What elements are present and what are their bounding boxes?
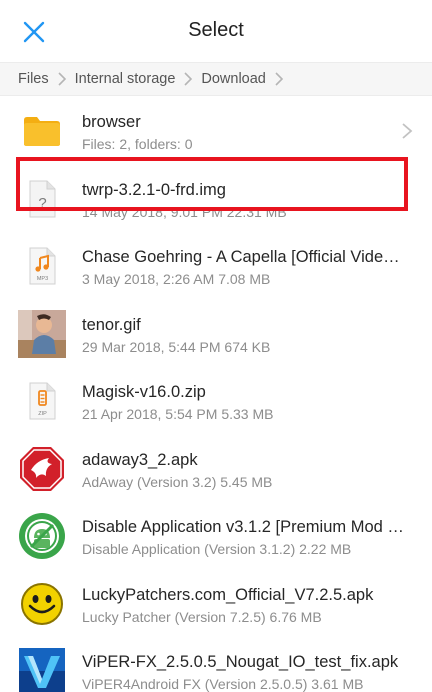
file-name: adaway3_2.apk [82, 450, 198, 469]
adaway-app-icon [17, 444, 67, 494]
file-list: browser Files: 2, folders: 0 ? twrp-3.2.… [0, 96, 432, 692]
viper-app-icon [17, 646, 67, 692]
list-item[interactable]: tenor.gif 29 Mar 2018, 5:44 PM 674 KB [0, 299, 432, 367]
mp3-file-icon: MP3 [17, 241, 67, 291]
file-meta: 21 Apr 2018, 5:54 PM 5.33 MB [82, 406, 274, 422]
file-meta: 3 May 2018, 2:26 AM 7.08 MB [82, 271, 271, 287]
file-name: Chase Goehring - A Capella [Official Vid… [82, 248, 408, 266]
svg-text:?: ? [38, 195, 46, 212]
svg-text:MP3: MP3 [37, 276, 48, 282]
file-name: Disable Application v3.1.2 [Premium Mod … [82, 518, 408, 536]
file-meta: Disable Application (Version 3.1.2) 2.22… [82, 541, 352, 557]
svg-text:ZIP: ZIP [38, 411, 47, 417]
file-meta: Lucky Patcher (Version 7.2.5) 6.76 MB [82, 608, 322, 625]
gif-thumbnail [17, 309, 67, 359]
breadcrumb-files[interactable]: Files [18, 71, 49, 87]
breadcrumb-download[interactable]: Download [201, 71, 266, 87]
list-item[interactable]: adaway3_2.apk AdAway (Version 3.2) 5.45 … [0, 434, 432, 502]
file-meta: Files: 2, folders: 0 [82, 136, 193, 152]
file-name: LuckyPatchers.com_Official_V7.2.5.apk [82, 585, 374, 604]
list-item[interactable]: ViPER-FX_2.5.0.5_Nougat_IO_test_fix.apk … [0, 636, 432, 692]
chevron-right-icon [50, 71, 74, 87]
disable-application-app-icon [17, 511, 67, 561]
list-item[interactable]: ? twrp-3.2.1-0-frd.img 14 May 2018, 9:01… [0, 164, 432, 232]
file-meta: 29 Mar 2018, 5:44 PM 674 KB [82, 338, 271, 355]
list-item[interactable]: browser Files: 2, folders: 0 [0, 96, 432, 164]
page-title: Select [188, 19, 244, 41]
chevron-right-icon [267, 71, 291, 87]
file-name: Magisk-v16.0.zip [82, 383, 206, 401]
file-name: tenor.gif [82, 315, 141, 334]
file-meta: 14 May 2018, 9:01 PM 22.31 MB [82, 203, 287, 220]
top-bar: Select [0, 0, 432, 62]
unknown-file-icon: ? [17, 174, 67, 224]
list-item[interactable]: MP3 Chase Goehring - A Capella [Official… [0, 231, 432, 299]
folder-icon [17, 106, 67, 156]
list-item[interactable]: Disable Application v3.1.2 [Premium Mod … [0, 501, 432, 569]
lucky-patcher-app-icon [17, 579, 67, 629]
breadcrumb-internal-storage[interactable]: Internal storage [75, 71, 176, 87]
zip-file-icon: ZIP [17, 376, 67, 426]
chevron-right-icon [176, 71, 200, 87]
list-item[interactable]: LuckyPatchers.com_Official_V7.2.5.apk Lu… [0, 569, 432, 637]
chevron-right-icon [402, 123, 413, 139]
file-name: browser [82, 113, 141, 131]
file-meta: AdAway (Version 3.2) 5.45 MB [82, 473, 273, 490]
breadcrumb: Files Internal storage Download [0, 62, 432, 96]
file-name: twrp-3.2.1-0-frd.img [82, 180, 226, 199]
file-name: ViPER-FX_2.5.0.5_Nougat_IO_test_fix.apk [82, 653, 399, 671]
list-item[interactable]: ZIP Magisk-v16.0.zip 21 Apr 2018, 5:54 P… [0, 366, 432, 434]
file-meta: ViPER4Android FX (Version 2.5.0.5) 3.61 … [82, 676, 364, 692]
